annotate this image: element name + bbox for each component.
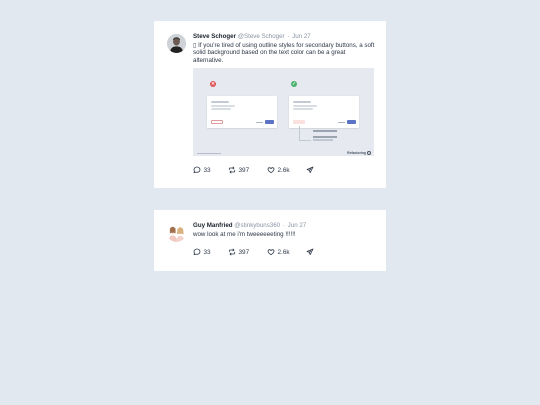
retweet-button[interactable]: 397	[228, 165, 249, 175]
retweet-count: 397	[238, 166, 250, 174]
tweet-actions: 33 397 2.6k	[193, 247, 333, 257]
reply-count: 33	[203, 248, 211, 256]
media-caption-url	[197, 152, 221, 155]
heart-icon	[267, 249, 275, 256]
tweet-text: ▯ If you're tired of using outline style…	[193, 42, 375, 64]
avatar-photo	[167, 34, 186, 53]
heart-icon	[267, 167, 275, 174]
annotation-line	[299, 140, 311, 141]
like-button[interactable]: 2.6k	[267, 247, 290, 257]
tweet-date[interactable]: Jun 27	[292, 33, 311, 40]
mockup-panel-soft	[289, 96, 359, 129]
retweet-arrows-icon	[228, 248, 236, 256]
author-name[interactable]: Steve Schoger	[193, 33, 236, 40]
tweet-text: wow look at me i'm tweeeeeeting !!!!!!	[193, 231, 296, 238]
share-button[interactable]	[306, 247, 317, 257]
annotation-text	[313, 130, 337, 132]
brand-badge-icon	[367, 151, 371, 156]
annotation-text	[313, 136, 337, 138]
reply-count: 33	[203, 166, 211, 174]
avatar[interactable]	[167, 34, 186, 53]
tweet-card[interactable]: Guy Manfried @stinkybuns360 · Jun 27 wow…	[154, 210, 386, 271]
retweet-button[interactable]: 397	[228, 247, 249, 257]
reply-button[interactable]: 33	[193, 247, 211, 257]
mockup-panel-outline	[207, 96, 277, 129]
tweet-actions: 33 397 2.6k	[193, 165, 333, 175]
retweet-arrows-icon	[228, 166, 236, 174]
author-handle[interactable]: @stinkybuns360	[234, 222, 280, 229]
avatar-photo	[167, 223, 186, 242]
like-count: 2.6k	[277, 166, 290, 174]
comment-bubble-icon	[193, 166, 201, 174]
retweet-count: 397	[238, 248, 250, 256]
annotation-line	[299, 126, 300, 141]
share-button[interactable]	[306, 165, 317, 175]
like-button[interactable]: 2.6k	[267, 165, 290, 175]
tweet-header: Guy Manfried @stinkybuns360 · Jun 27	[193, 222, 375, 230]
cross-mark-icon: ✕	[210, 81, 216, 88]
tweet-card[interactable]: Steve Schoger @Steve Schoger · Jun 27 ▯ …	[154, 21, 386, 188]
check-mark-icon: ✓	[291, 81, 297, 88]
reply-button[interactable]: 33	[193, 165, 211, 175]
media-brand: Refactoring	[347, 151, 371, 156]
tweet-date[interactable]: Jun 27	[288, 222, 307, 229]
annotation-text	[313, 139, 333, 141]
author-handle[interactable]: @Steve Schoger	[238, 33, 285, 40]
tweet-header: Steve Schoger @Steve Schoger · Jun 27	[193, 33, 375, 41]
media-brand-label: Refactoring	[347, 151, 366, 156]
tweet-media-image[interactable]: ✕ ✓ Refactoring	[193, 68, 374, 157]
send-plane-icon	[306, 166, 314, 174]
meta-separator: ·	[287, 33, 290, 40]
like-count: 2.6k	[277, 248, 290, 256]
send-plane-icon	[306, 248, 314, 256]
comment-bubble-icon	[193, 248, 201, 256]
avatar[interactable]	[167, 223, 186, 242]
author-name[interactable]: Guy Manfried	[193, 222, 233, 229]
meta-separator: ·	[282, 222, 285, 229]
